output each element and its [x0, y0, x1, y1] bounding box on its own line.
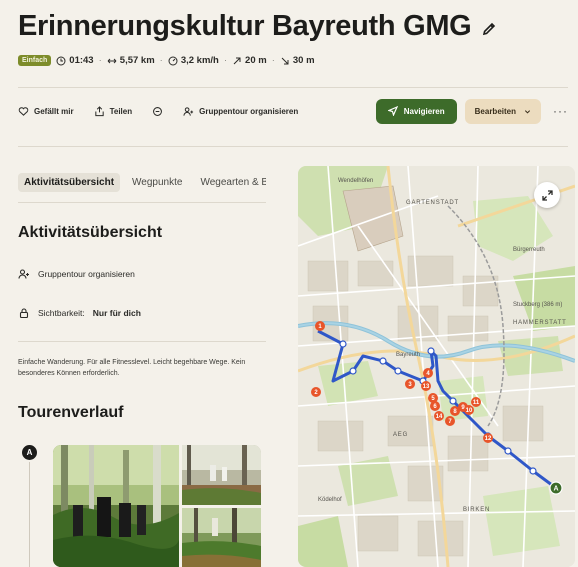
tour-title: Erinnerungskultur Bayreuth GMG: [18, 10, 472, 42]
waypoint-marker[interactable]: 3: [405, 379, 415, 389]
overview-heading: Aktivitätsübersicht: [18, 224, 163, 241]
difficulty-badge: Einfach: [18, 55, 52, 66]
timeline-line: [29, 462, 30, 567]
map-label: HAMMERSTATT: [513, 320, 567, 326]
svg-text:12: 12: [485, 436, 492, 442]
divider: [18, 341, 266, 342]
distance-value: 5,57 km: [119, 55, 155, 66]
waypoint-marker[interactable]: 6: [430, 401, 440, 411]
separator: ·: [98, 55, 102, 66]
share-icon: [94, 105, 104, 116]
tour-stats: Einfach 01:43 · 5,57 km · 3,2 km/h · 20 …: [18, 55, 315, 66]
chat-icon: [153, 106, 163, 116]
ascent-value: 20 m: [245, 55, 267, 66]
map-label: BIRKEN: [463, 507, 490, 513]
divider: [18, 146, 568, 147]
map-label: Ködelhof: [318, 497, 342, 503]
map-label: Bayreuth: [396, 352, 420, 358]
expand-map-button[interactable]: [534, 182, 560, 208]
edit-pencil-icon[interactable]: [481, 21, 497, 37]
expand-icon: [541, 189, 553, 201]
separator: ·: [159, 55, 163, 66]
separator: ·: [223, 55, 228, 66]
descent-icon: [281, 57, 289, 64]
group-tour-link[interactable]: Gruppentour organisieren: [18, 268, 135, 280]
more-options-icon[interactable]: ···: [553, 104, 568, 118]
chat-button[interactable]: [152, 106, 163, 117]
map-label: Wendelhöfen: [338, 178, 373, 184]
waypoint-marker[interactable]: 4: [423, 368, 433, 378]
svg-text:13: 13: [423, 384, 430, 390]
share-button[interactable]: Teilen: [94, 105, 132, 117]
separator: ·: [271, 55, 275, 66]
speed-value: 3,2 km/h: [180, 55, 219, 66]
navigation-arrow-icon: [387, 106, 398, 116]
distance-icon: [107, 58, 117, 63]
map-label: Bürgerreuth: [513, 247, 545, 253]
waypoint-marker[interactable]: 2: [311, 387, 321, 397]
duration-value: 01:43: [69, 55, 94, 66]
course-heading: Tourenverlauf: [18, 404, 124, 421]
divider: [18, 202, 266, 203]
edit-dropdown-button[interactable]: Bearbeiten: [464, 98, 541, 124]
tab-bar: Aktivitätsübersicht Wegpunkte Wegearten …: [18, 173, 266, 192]
waypoint-marker[interactable]: 1: [315, 321, 325, 331]
tab-waypoints[interactable]: Wegpunkte: [126, 173, 188, 192]
group-icon: [18, 269, 29, 279]
waypoint-marker[interactable]: 14: [434, 411, 444, 421]
ascent-icon: [233, 57, 241, 64]
map-label: AEG: [393, 432, 408, 438]
waypoint-marker[interactable]: 7: [445, 416, 455, 426]
svg-text:11: 11: [473, 400, 480, 406]
svg-text:A: A: [553, 486, 558, 493]
descent-value: 30 m: [292, 55, 315, 66]
svg-text:10: 10: [466, 408, 473, 414]
tour-photo-3[interactable]: [182, 508, 261, 567]
tab-overview[interactable]: Aktivitätsübersicht: [18, 173, 121, 192]
route-map[interactable]: Wendelhöfen GARTENSTADT Bayreuth Bürgerr…: [298, 166, 575, 567]
svg-text:14: 14: [436, 414, 443, 420]
waypoint-marker[interactable]: 10: [464, 405, 474, 415]
start-marker: A: [22, 445, 37, 460]
tab-way-types[interactable]: Wegearten & Beläge: [194, 173, 266, 192]
navigate-button[interactable]: Navigieren: [375, 98, 457, 124]
chevron-down-icon: [524, 109, 531, 114]
clock-icon: [56, 56, 66, 65]
visibility-label: Sichtbarkeit:: [38, 308, 85, 318]
lock-icon: [19, 308, 29, 319]
like-button[interactable]: Gefällt mir: [18, 106, 74, 117]
action-bar: Gefällt mir Teilen Gruppentour organisie…: [18, 98, 568, 124]
map-label: GARTENSTADT: [406, 200, 459, 206]
heart-icon: [18, 106, 29, 116]
waypoint-marker[interactable]: 12: [483, 433, 493, 443]
waypoint-marker[interactable]: 11: [471, 397, 481, 407]
end-marker[interactable]: A: [549, 481, 563, 495]
group-icon: [183, 106, 194, 116]
map-label: Stuckberg (386 m): [513, 302, 562, 308]
tour-description: Einfache Wanderung. Für alle Fitnessleve…: [18, 359, 246, 377]
map-canvas: Wendelhöfen GARTENSTADT Bayreuth Bürgerr…: [298, 166, 575, 567]
group-tour-button[interactable]: Gruppentour organisieren: [183, 106, 298, 117]
visibility-value[interactable]: Nur für dich: [93, 308, 141, 318]
tour-photo-main[interactable]: [53, 445, 179, 567]
tour-photo-2[interactable]: [182, 445, 261, 505]
waypoint-marker[interactable]: 13: [421, 381, 431, 391]
divider: [18, 87, 568, 88]
speed-icon: [168, 56, 178, 65]
visibility-row: Sichtbarkeit: Nur für dich: [18, 307, 141, 319]
